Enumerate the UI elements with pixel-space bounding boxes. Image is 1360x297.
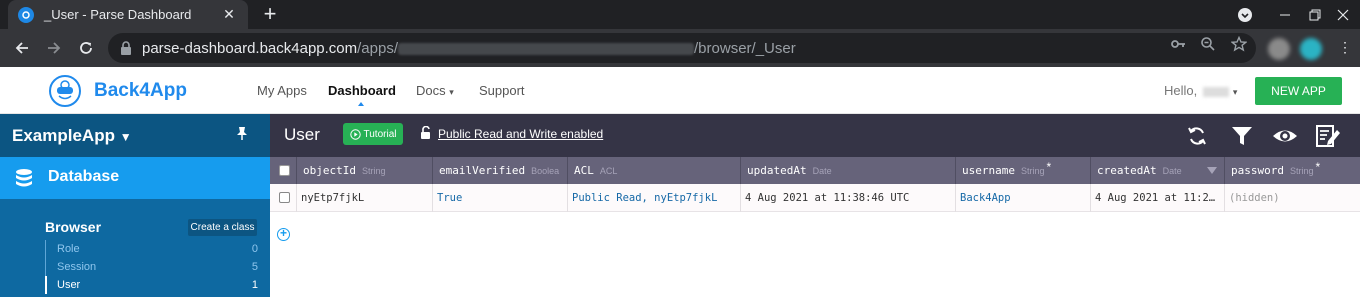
class-title: User <box>284 125 320 144</box>
close-icon[interactable]: ✕ <box>220 6 238 23</box>
browser-toolbar-bar: User Tutorial Public Read and Write enab… <box>270 114 1360 157</box>
pin-icon[interactable] <box>236 126 248 143</box>
eye-icon[interactable] <box>1272 123 1298 149</box>
caret-down-icon: ▾ <box>1232 87 1238 97</box>
tab-title: _User - Parse Dashboard <box>44 7 192 22</box>
browser-tab-strip: _User - Parse Dashboard ✕ + <box>0 0 1360 29</box>
redacted-app-id <box>398 42 695 55</box>
database-icon <box>16 169 32 187</box>
add-row-icon[interactable]: + <box>277 227 290 241</box>
class-item-role[interactable]: Role 0 <box>45 240 260 258</box>
url-text: parse-dashboard.back4app.com/apps//brows… <box>142 39 796 57</box>
browser-tab[interactable]: _User - Parse Dashboard ✕ <box>8 0 248 29</box>
column-header-username[interactable]: username String * <box>956 157 1091 184</box>
bookmark-star-icon[interactable] <box>1230 35 1248 55</box>
app-switcher[interactable]: ExampleApp ▼ <box>0 114 270 157</box>
cell-acl[interactable]: Public Read, nyEtp7fjkL <box>568 184 741 212</box>
cell-objectid[interactable]: nyEtp7fjkL <box>297 184 433 212</box>
sidebar: ExampleApp ▼ Database Browser Create a c… <box>0 114 270 297</box>
tutorial-button[interactable]: Tutorial <box>343 123 403 145</box>
nav-dashboard[interactable]: Dashboard <box>328 83 396 98</box>
column-header-updatedat[interactable]: updatedAt Date <box>741 157 956 184</box>
profile-avatar[interactable] <box>1300 38 1322 60</box>
class-item-session[interactable]: Session 5 <box>45 258 260 276</box>
cell-createdat[interactable]: 4 Aug 2021 at 11:2… <box>1091 184 1225 212</box>
create-class-button[interactable]: Create a class <box>188 219 257 236</box>
app-header: Back4App My Apps Dashboard Docs ▾ Suppor… <box>0 67 1360 114</box>
required-marker: * <box>1046 160 1052 174</box>
table-row[interactable]: nyEtp7fjkL True Public Read, nyEtp7fjkL … <box>270 184 1360 212</box>
caret-down-icon: ▾ <box>449 87 454 97</box>
column-header-password[interactable]: password String * <box>1225 157 1360 184</box>
extension-icon[interactable] <box>1268 38 1290 60</box>
parse-favicon-icon <box>18 6 34 23</box>
refresh-icon[interactable] <box>1184 123 1210 149</box>
menu-kebab-icon[interactable]: ⋮ <box>1338 39 1352 56</box>
caret-down-icon: ▼ <box>119 130 132 144</box>
cell-updatedat[interactable]: 4 Aug 2021 at 11:38:46 UTC <box>741 184 956 212</box>
redacted-username <box>1203 86 1230 97</box>
forward-arrow-icon[interactable] <box>41 35 67 61</box>
minimize-icon[interactable] <box>1268 0 1302 29</box>
window-close-icon[interactable] <box>1326 0 1360 29</box>
play-icon <box>349 128 361 140</box>
address-bar[interactable]: parse-dashboard.back4app.com/apps//brows… <box>108 33 1256 63</box>
nav-support[interactable]: Support <box>479 83 525 98</box>
brand-name[interactable]: Back4App <box>94 80 187 102</box>
class-level-permissions-link[interactable]: Public Read and Write enabled <box>438 127 603 141</box>
cell-password[interactable]: (hidden) <box>1225 184 1360 212</box>
active-nav-indicator <box>358 102 364 106</box>
select-all-checkbox[interactable] <box>279 165 290 176</box>
back4app-logo-icon[interactable] <box>49 75 81 107</box>
column-header-emailverified[interactable]: emailVerified Boolea <box>433 157 568 184</box>
edit-icon[interactable] <box>1315 123 1341 149</box>
select-all-column <box>270 157 297 184</box>
new-tab-button[interactable]: + <box>258 1 282 27</box>
sidebar-item-browser[interactable]: Browser <box>45 219 101 235</box>
filter-icon[interactable] <box>1229 123 1255 149</box>
browser-toolbar: parse-dashboard.back4app.com/apps//brows… <box>0 29 1360 67</box>
unlock-icon <box>421 126 430 139</box>
user-menu[interactable]: Hello, ▾ <box>1164 83 1237 98</box>
back-arrow-icon[interactable] <box>9 35 35 61</box>
lock-icon <box>121 41 131 55</box>
nav-docs[interactable]: Docs ▾ <box>416 83 454 98</box>
column-header-objectid[interactable]: objectId String <box>297 157 433 184</box>
tab-search-icon[interactable] <box>1228 0 1262 29</box>
new-app-button[interactable]: NEW APP <box>1255 77 1342 105</box>
app-name: ExampleApp ▼ <box>12 126 132 145</box>
cell-username[interactable]: Back4App <box>956 184 1091 212</box>
reload-icon[interactable] <box>73 35 99 61</box>
class-item-user[interactable]: User 1 <box>45 276 260 294</box>
column-header-createdat[interactable]: createdAt Date <box>1091 157 1225 184</box>
key-icon[interactable] <box>1170 36 1186 55</box>
sidebar-item-database[interactable]: Database <box>0 157 270 199</box>
sort-descending-icon[interactable] <box>1207 167 1217 174</box>
nav-my-apps[interactable]: My Apps <box>257 83 307 98</box>
required-marker: * <box>1315 160 1321 174</box>
column-header-acl[interactable]: ACL ACL <box>568 157 741 184</box>
cell-emailverified[interactable]: True <box>433 184 568 212</box>
row-checkbox[interactable] <box>279 192 290 203</box>
row-select-cell <box>270 184 297 212</box>
table-header: objectId String emailVerified Boolea ACL AC… <box>270 157 1360 184</box>
zoom-icon[interactable] <box>1200 36 1216 55</box>
database-label: Database <box>48 168 120 185</box>
